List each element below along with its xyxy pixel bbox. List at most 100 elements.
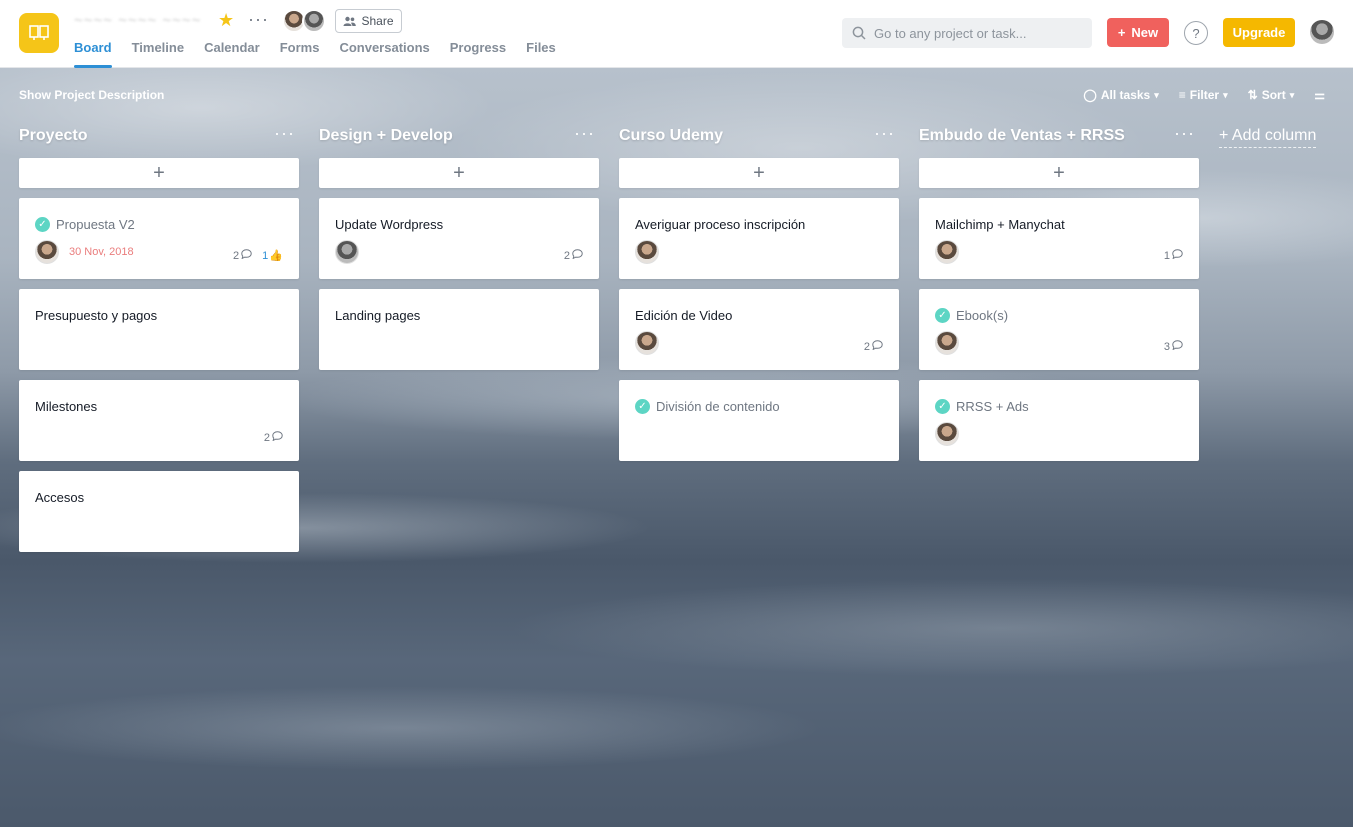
task-card[interactable]: Accesos — [19, 471, 299, 552]
settings-sliders-icon[interactable]: ⚌ — [1314, 88, 1325, 102]
task-card[interactable]: Edición de Video 2 — [619, 289, 899, 370]
assignee-avatar[interactable] — [635, 331, 659, 355]
show-project-description[interactable]: Show Project Description — [19, 88, 164, 102]
task-title: Edición de Video — [635, 308, 733, 323]
search-input[interactable] — [874, 25, 1074, 41]
tab-conversations[interactable]: Conversations — [339, 40, 429, 68]
add-task-button[interactable]: + — [919, 158, 1199, 188]
search-box[interactable] — [842, 18, 1092, 48]
comment-icon — [272, 431, 283, 444]
task-meta: 3 — [1164, 340, 1183, 353]
board-column: Proyecto ··· + ✓ Propuesta V2 30 Nov, 2018 2 1 👍… — [19, 123, 299, 552]
assignee-avatar[interactable] — [935, 240, 959, 264]
project-more-icon[interactable]: ··· — [248, 9, 269, 30]
task-title: Update Wordpress — [335, 217, 444, 232]
board-column: Design + Develop ··· + Update Wordpress 2 Lan… — [319, 123, 599, 370]
task-title-row: ✓ RRSS + Ads — [935, 399, 1029, 414]
due-date[interactable]: 30 Nov, 2018 — [69, 246, 134, 258]
task-card[interactable]: Mailchimp + Manychat 1 — [919, 198, 1199, 279]
comment-count-value: 3 — [1163, 340, 1170, 353]
assignee-avatar[interactable] — [35, 240, 59, 264]
task-card[interactable]: ✓ RRSS + Ads — [919, 380, 1199, 461]
task-title: Accesos — [35, 490, 85, 505]
assignee-avatar[interactable] — [635, 240, 659, 264]
user-avatar[interactable] — [1310, 20, 1334, 44]
task-title-row: ✓ Ebook(s) — [935, 308, 1008, 323]
chevron-down-icon: ▾ — [1154, 89, 1159, 100]
project-icon[interactable] — [19, 13, 59, 53]
tab-progress[interactable]: Progress — [450, 40, 506, 68]
comment-count: 2 — [864, 340, 883, 353]
tab-files[interactable]: Files — [526, 40, 556, 68]
completed-check-icon[interactable]: ✓ — [935, 399, 950, 414]
top-bar: ~~~~ ~~~~ ~~~~ ★ ··· Share Board Timelin… — [0, 0, 1353, 68]
task-meta: 1 — [1164, 249, 1183, 262]
add-task-button[interactable]: + — [619, 158, 899, 188]
task-card[interactable]: ✓ Ebook(s) 3 — [919, 289, 1199, 370]
comment-count: 2 — [564, 249, 583, 262]
help-button[interactable]: ? — [1184, 21, 1208, 45]
filter-dropdown[interactable]: ≡ Filter ▾ — [1179, 88, 1228, 102]
tab-timeline[interactable]: Timeline — [132, 40, 185, 68]
column-title[interactable]: Curso Udemy — [619, 127, 899, 145]
comment-count-value: 1 — [1163, 249, 1170, 262]
task-card[interactable]: ✓ Propuesta V2 30 Nov, 2018 2 1 👍 — [19, 198, 299, 279]
tab-forms[interactable]: Forms — [280, 40, 320, 68]
column-more-icon[interactable]: ··· — [1174, 123, 1195, 144]
assignee-avatar[interactable] — [935, 422, 959, 446]
task-title-row: Mailchimp + Manychat — [935, 217, 1065, 232]
column-more-icon[interactable]: ··· — [274, 123, 295, 144]
sort-dropdown[interactable]: ⇅ Sort ▾ — [1248, 88, 1295, 102]
task-title: Mailchimp + Manychat — [935, 217, 1065, 232]
add-task-button[interactable]: + — [19, 158, 299, 188]
assignee-avatar[interactable] — [935, 331, 959, 355]
tab-calendar[interactable]: Calendar — [204, 40, 260, 68]
all-tasks-dropdown[interactable]: ◯ All tasks ▾ — [1083, 88, 1158, 102]
search-icon — [852, 26, 866, 40]
column-title[interactable]: Design + Develop — [319, 127, 599, 145]
task-title: Landing pages — [335, 308, 421, 323]
task-card[interactable]: Update Wordpress 2 — [319, 198, 599, 279]
task-card[interactable]: ✓ División de contenido — [619, 380, 899, 461]
project-members[interactable] — [282, 9, 328, 33]
task-meta: 2 — [264, 431, 283, 444]
assignee-avatar[interactable] — [335, 240, 359, 264]
column-more-icon[interactable]: ··· — [574, 123, 595, 144]
chevron-down-icon: ▾ — [1289, 89, 1295, 100]
project-title[interactable]: ~~~~ ~~~~ ~~~~ — [74, 12, 201, 29]
task-title: Averiguar proceso inscripción — [635, 217, 806, 232]
task-card[interactable]: Milestones 2 — [19, 380, 299, 461]
task-title-row: ✓ División de contenido — [635, 399, 780, 414]
task-title: División de contenido — [656, 399, 780, 414]
task-title-row: ✓ Propuesta V2 — [35, 217, 135, 232]
task-title: Presupuesto y pagos — [35, 308, 158, 323]
column-more-icon[interactable]: ··· — [874, 123, 895, 144]
like-count[interactable]: 1 👍 — [262, 249, 283, 263]
board-column: Embudo de Ventas + RRSS ··· + Mailchimp + M… — [919, 123, 1199, 461]
completed-check-icon[interactable]: ✓ — [35, 217, 50, 232]
column-title[interactable]: Embudo de Ventas + RRSS — [919, 127, 1199, 145]
upgrade-button[interactable]: Upgrade — [1223, 18, 1295, 47]
sort-label: Sort — [1261, 88, 1286, 102]
completed-check-icon[interactable]: ✓ — [935, 308, 950, 323]
add-task-button[interactable]: + — [319, 158, 599, 188]
comment-count: 1 — [1164, 249, 1183, 262]
tab-board[interactable]: Board — [74, 40, 112, 68]
plus-icon: + — [153, 161, 165, 184]
comment-icon — [241, 249, 252, 262]
check-circle-icon: ◯ — [1083, 88, 1097, 102]
plus-icon: + — [1117, 25, 1126, 40]
task-title: RRSS + Ads — [956, 399, 1029, 414]
star-icon[interactable]: ★ — [218, 10, 234, 31]
add-column-button[interactable]: + Add column — [1219, 127, 1317, 148]
share-button[interactable]: Share — [335, 9, 402, 33]
board-column: Curso Udemy ··· + Averiguar proceso inscrip… — [619, 123, 899, 461]
column-title[interactable]: Proyecto — [19, 127, 299, 145]
task-card[interactable]: Averiguar proceso inscripción — [619, 198, 899, 279]
comment-icon — [872, 340, 883, 353]
completed-check-icon[interactable]: ✓ — [635, 399, 650, 414]
task-card[interactable]: Landing pages — [319, 289, 599, 370]
new-button[interactable]: + New — [1107, 18, 1169, 47]
task-card[interactable]: Presupuesto y pagos — [19, 289, 299, 370]
task-title-row: Presupuesto y pagos — [35, 308, 157, 323]
